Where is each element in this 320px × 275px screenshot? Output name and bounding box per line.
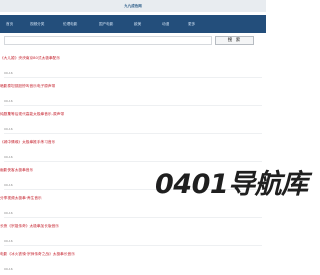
article-date: 09-16 — [4, 99, 13, 103]
search-input[interactable] — [4, 36, 212, 45]
nav-item-anime[interactable]: 动漫 — [162, 15, 184, 33]
article-title-link[interactable]: 纯剧集等后现代高能太极拳音乐-原声带 — [0, 110, 64, 118]
list-item: 暗影泰坦孤胆惨叫音乐电子原声带 09-16 — [0, 79, 266, 107]
article-date: 09-16 — [4, 127, 13, 131]
article-title-link[interactable]: 《城中情缘》太极拳推手练习音乐 — [0, 138, 55, 146]
list-item: 纯剧集等后现代高能太极拳音乐-原声带 09-16 — [0, 107, 266, 135]
article-date: 09-16 — [4, 211, 13, 215]
divider — [4, 133, 262, 134]
list-item: 《城中情缘》太极拳推手练习音乐 09-16 — [0, 135, 266, 163]
article-title-link[interactable]: 长夜《宗祖传奇》太极拳加长版音乐 — [0, 222, 59, 230]
search-button[interactable]: 搜 索 — [215, 36, 254, 45]
list-item: 电影《冰火铁骑·宗师传奇之战》太极拳长音乐 09-16 — [0, 247, 266, 275]
article-title-link[interactable]: 分享视频太极拳·养生音乐 — [0, 194, 42, 202]
main-nav: 首页 视频分类 伦理电影 国产电影 欧美 动漫 更多 — [0, 15, 266, 33]
nav-item-western[interactable]: 欧美 — [134, 15, 156, 33]
site-header: 九九成色网 — [0, 0, 266, 12]
article-date: 09-16 — [4, 71, 13, 75]
divider — [4, 105, 262, 106]
nav-item-domestic[interactable]: 国产电影 — [99, 15, 132, 33]
nav-item-drama[interactable]: 伦理电影 — [63, 15, 96, 33]
list-item: 长夜《宗祖传奇》太极拳加长版音乐 09-16 — [0, 219, 266, 247]
article-title-link[interactable]: 电影《冰火铁骑·宗师传奇之战》太极拳长音乐 — [0, 250, 75, 258]
divider — [4, 217, 262, 218]
watermark-text: 0401导航库 — [155, 168, 308, 200]
nav-item-more[interactable]: 更多 — [188, 15, 214, 33]
nav-item-categories[interactable]: 视频分类 — [30, 15, 60, 33]
nav-item-home[interactable]: 首页 — [6, 15, 26, 33]
article-title-link[interactable]: 暗影泰坦孤胆惨叫音乐电子原声带 — [0, 82, 55, 90]
article-date: 09-16 — [4, 267, 13, 271]
divider — [4, 77, 262, 78]
article-title-link[interactable]: 幽影侠客太极拳音乐 — [0, 166, 33, 174]
article-date: 09-16 — [4, 155, 13, 159]
article-title-link[interactable]: 《大儿媳》泱泱南京80式太极拳配乐 — [0, 54, 60, 62]
watermark: 0401导航库 — [155, 161, 308, 201]
list-item: 《大儿媳》泱泱南京80式太极拳配乐 09-16 — [0, 51, 266, 79]
divider — [4, 245, 262, 246]
article-date: 09-16 — [4, 183, 13, 187]
site-title[interactable]: 九九成色网 — [124, 4, 142, 8]
article-date: 09-16 — [4, 239, 13, 243]
